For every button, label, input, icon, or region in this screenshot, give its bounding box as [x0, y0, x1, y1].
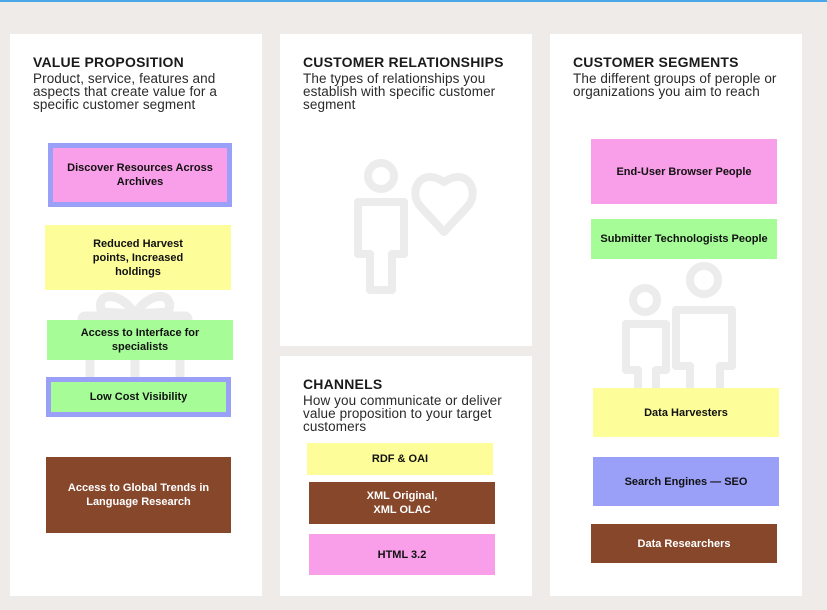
- sticky-note[interactable]: Discover Resources Across Archives: [48, 143, 232, 207]
- sticky-note-text: Submitter Technologists People: [600, 233, 768, 245]
- value-proposition-description: Product, service, features and aspects t…: [33, 71, 217, 112]
- channels-description: How you communicate or deliver value pro…: [303, 393, 502, 434]
- sticky-note-text: Access to Interface for specialists: [80, 327, 200, 353]
- sticky-note[interactable]: Access to Global Trends in Language Rese…: [46, 457, 231, 533]
- sticky-note[interactable]: Submitter Technologists People: [591, 219, 777, 259]
- sticky-note-text: End-User Browser People: [616, 165, 752, 178]
- sticky-note-text: Search Engines — SEO: [624, 475, 748, 488]
- sticky-note[interactable]: XML Original, XML OLAC: [309, 482, 495, 524]
- customer-relationships-description: The types of relationships you establish…: [303, 71, 496, 112]
- sticky-note-text: Access to Global Trends in Language Rese…: [67, 482, 210, 508]
- customer-segments-description: The different groups of perople or organ…: [573, 71, 777, 99]
- sticky-note[interactable]: Low Cost Visibility: [46, 377, 231, 417]
- sticky-note[interactable]: RDF & OAI: [307, 443, 493, 475]
- value-proposition-title: VALUE PROPOSITION: [33, 54, 184, 70]
- customer-relationships-panel: CUSTOMER RELATIONSHIPS The types of rela…: [280, 34, 532, 346]
- sticky-note-text: Discover Resources Across Archives: [67, 162, 213, 188]
- sticky-note-text: Data Researchers: [637, 537, 731, 550]
- sticky-note-text: Reduced Harvest points, Increased holdin…: [92, 237, 184, 278]
- sticky-note-text: RDF & OAI: [371, 453, 429, 465]
- customer-relationships-title: CUSTOMER RELATIONSHIPS: [303, 54, 504, 70]
- sticky-note[interactable]: End-User Browser People: [591, 139, 777, 204]
- sticky-note-text: XML Original, XML OLAC: [366, 490, 438, 516]
- sticky-note[interactable]: HTML 3.2: [309, 534, 495, 575]
- customer-segments-panel: CUSTOMER SEGMENTS The different groups o…: [550, 34, 802, 596]
- sticky-note[interactable]: Search Engines — SEO: [593, 457, 779, 506]
- sticky-note[interactable]: Reduced Harvest points, Increased holdin…: [45, 225, 231, 290]
- sticky-note[interactable]: Data Harvesters: [593, 388, 779, 437]
- sticky-note-text: Low Cost Visibility: [89, 391, 188, 403]
- person-heart-icon: [354, 159, 477, 294]
- sticky-note[interactable]: Access to Interface for specialists: [47, 320, 233, 360]
- channels-title: CHANNELS: [303, 376, 383, 392]
- top-accent-line: [0, 0, 827, 2]
- sticky-note-text: HTML 3.2: [377, 548, 427, 561]
- sticky-note-text: Data Harvesters: [644, 406, 728, 419]
- sticky-note[interactable]: Data Researchers: [591, 524, 777, 563]
- customer-segments-title: CUSTOMER SEGMENTS: [573, 54, 739, 70]
